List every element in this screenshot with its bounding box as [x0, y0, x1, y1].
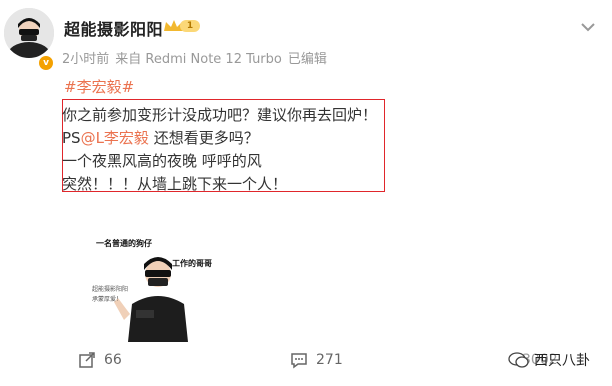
chevron-down-icon[interactable] [578, 20, 598, 34]
post-line-3: 一个夜黑风高的夜晚 呼呼的风 [62, 152, 262, 170]
share-button[interactable]: 66 [78, 350, 122, 370]
mention-link[interactable]: @L李宏毅 [81, 129, 149, 147]
watermark: 西只八卦 [508, 350, 590, 370]
post-line-2-prefix: PS [62, 129, 81, 147]
caption-top: 一名普通的狗仔 [96, 239, 152, 248]
post-line-4: 突然！！！从墙上跳下来一个人！ [62, 175, 288, 193]
post-source: 来自 Redmi Note 12 Turbo [115, 52, 282, 67]
post-image[interactable]: 一名普通的狗仔 工作的哥哥 超能摄影阳阳 承蒙厚爱！ [88, 232, 238, 342]
post-time: 2小时前 [62, 52, 110, 67]
member-level-badge: 1 [180, 20, 200, 32]
post-line-1: 你之前参加变形计没成功吧？建议你再去回炉！ [62, 106, 378, 124]
avatar[interactable] [4, 8, 54, 58]
share-icon [79, 352, 95, 368]
verified-icon: v [37, 54, 55, 72]
caption-right: 工作的哥哥 [172, 259, 212, 268]
comment-count: 271 [316, 352, 343, 368]
post-line-2-suffix: 还想看更多吗？ [148, 129, 259, 147]
edited-label: 已编辑 [287, 52, 327, 67]
watermark-text: 西只八卦 [534, 353, 590, 369]
post-line-2: PS@L李宏毅 还想看更多吗？ [62, 127, 259, 148]
post-meta: 2小时前 来自 Redmi Note 12 Turbo 已编辑 [62, 48, 333, 67]
hashtag-link[interactable]: #李宏毅# [64, 76, 134, 97]
caption-small-2: 承蒙厚爱！ [92, 296, 123, 303]
share-count: 66 [104, 352, 122, 368]
caption-small-1: 超能摄影阳阳 [92, 286, 129, 293]
comment-icon [291, 353, 307, 369]
wechat-icon [508, 352, 529, 368]
comment-button[interactable]: 271 [290, 350, 343, 370]
username[interactable]: 超能摄影阳阳 [64, 16, 163, 40]
